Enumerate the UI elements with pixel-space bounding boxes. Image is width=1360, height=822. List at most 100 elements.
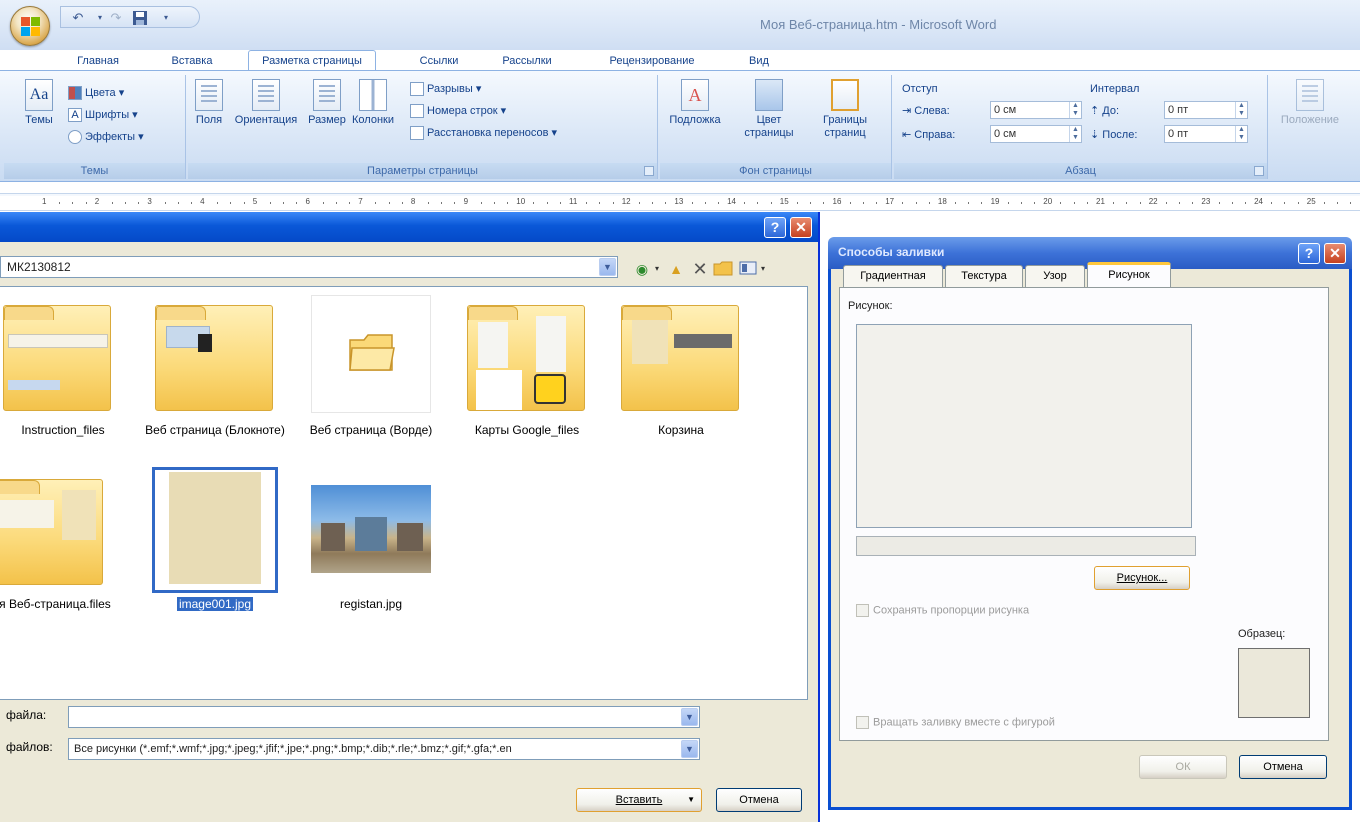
file-list[interactable]: Instruction_files Веб страница (Блокноте… (0, 286, 808, 700)
file-item[interactable]: я Веб-страница.files (0, 469, 130, 611)
new-folder-icon[interactable] (712, 260, 734, 278)
ruler-tick: 10 (516, 197, 526, 206)
select-picture-label: Рисунок... (1116, 572, 1168, 584)
watermark-button[interactable]: A Подложка (664, 79, 726, 127)
theme-colors-button[interactable]: Цвета ▾ (68, 85, 124, 101)
line-numbers-button[interactable]: Номера строк ▾ (410, 103, 506, 119)
page-setup-launcher-icon[interactable] (644, 166, 654, 176)
ruler-dot (849, 202, 851, 204)
tab-texture[interactable]: Текстура (945, 265, 1023, 287)
tab-page-layout[interactable]: Разметка страницы (248, 50, 376, 72)
spacing-after-icon: ⇣ (1090, 129, 1103, 141)
close-icon[interactable]: ✕ (1324, 243, 1346, 264)
margins-button[interactable]: Поля (192, 79, 226, 127)
ribbon: Aa Темы Цвета ▾ A Шрифты ▾ Эффекты ▾ Темы… (0, 70, 1360, 182)
chevron-down-icon[interactable]: ▼ (681, 708, 698, 726)
page-borders-button[interactable]: Границы страниц (810, 79, 880, 140)
breaks-button[interactable]: Разрывы ▾ (410, 81, 481, 97)
ruler-dot (1139, 202, 1141, 204)
cancel-button[interactable]: Отмена (716, 788, 802, 812)
ruler-dot (902, 202, 904, 204)
insert-dropdown-icon[interactable]: ▼ (687, 789, 695, 811)
rotate-with-shape-checkbox[interactable]: Вращать заливку вместе с фигурой (856, 716, 1055, 729)
ruler-dot (243, 202, 245, 204)
theme-effects-button[interactable]: Эффекты ▾ (68, 129, 144, 145)
tab-view[interactable]: Вид (744, 52, 774, 70)
themes-button[interactable]: Aa Темы (18, 79, 60, 127)
tab-references[interactable]: Ссылки (416, 52, 462, 70)
close-icon[interactable]: ✕ (790, 217, 812, 238)
chevron-down-icon[interactable]: ▼ (599, 258, 616, 276)
ruler-dot (1086, 202, 1088, 204)
office-button[interactable] (10, 6, 50, 46)
spacing-after-spinner-icon[interactable]: ▲ ▼ (1235, 126, 1247, 142)
tab-review[interactable]: Рецензирование (600, 52, 704, 70)
back-dropdown-icon[interactable]: ▾ (652, 260, 662, 278)
look-in-combo[interactable]: МК2130812 ▼ (0, 256, 618, 278)
tab-gradient[interactable]: Градиентная (843, 265, 943, 287)
indent-right-spinner-icon[interactable]: ▲ ▼ (1069, 126, 1081, 142)
ruler-tick: 1 (42, 197, 47, 206)
spacing-after-input[interactable]: 0 пт ▲ ▼ (1164, 125, 1248, 143)
indent-left-spinner-icon[interactable]: ▲ ▼ (1069, 102, 1081, 118)
breaks-label: Разрывы (427, 83, 473, 95)
breaks-icon (410, 82, 424, 97)
columns-button[interactable]: Колонки (348, 79, 398, 127)
chevron-down-icon[interactable]: ▼ (681, 740, 698, 758)
file-item[interactable]: registan.jpg (296, 469, 446, 611)
picture-label: Рисунок: (848, 300, 893, 312)
up-folder-icon[interactable]: ▲ (666, 260, 686, 278)
lock-aspect-checkbox[interactable]: Сохранять пропорции рисунка (856, 604, 1029, 617)
file-item[interactable]: Веб страница (Блокноте) (140, 295, 290, 437)
indent-left-value: 0 см (994, 104, 1017, 116)
file-name: image001.jpg (140, 597, 290, 611)
indent-right-input[interactable]: 0 см ▲ ▼ (990, 125, 1082, 143)
filetype-select[interactable]: Все рисунки (*.emf;*.wmf;*.jpg;*.jpeg;*.… (68, 738, 700, 760)
redo-icon[interactable]: ↷ (107, 10, 125, 26)
tab-mailings[interactable]: Рассылки (498, 52, 556, 70)
customize-qat-icon[interactable]: ▾ (157, 10, 175, 26)
tab-pattern[interactable]: Узор (1025, 265, 1085, 287)
file-item[interactable]: Веб страница (Ворде) (296, 295, 446, 437)
help-icon[interactable]: ? (764, 217, 786, 238)
select-picture-button[interactable]: Рисунок... (1094, 566, 1190, 590)
horizontal-ruler[interactable]: 1 2 3 4 5 6 7 8 9 10 11 12 13 14 15 16 17 18 19 20 21 22 23 24 2… (0, 193, 1360, 211)
theme-fonts-button[interactable]: A Шрифты ▾ (68, 107, 138, 123)
folder-body (3, 305, 111, 411)
file-item[interactable]: Корзина (606, 295, 756, 437)
views-icon[interactable] (738, 260, 758, 278)
ruler-tick: 25 (1306, 197, 1316, 206)
file-item[interactable]: Instruction_files (0, 295, 138, 437)
ruler-dot (862, 202, 864, 204)
cancel-fill-button[interactable]: Отмена (1239, 755, 1327, 779)
title-bar: ↶ ▾ ↷ ▾ Моя Веб-страница.htm - Microsoft… (0, 0, 1360, 50)
ruler-dot (1165, 202, 1167, 204)
orientation-button[interactable]: Ориентация (230, 79, 302, 127)
tab-home[interactable]: Главная (74, 52, 122, 70)
page-color-button[interactable]: Цвет страницы (732, 79, 806, 140)
colors-icon (68, 86, 82, 101)
tab-picture[interactable]: Рисунок (1087, 262, 1171, 288)
ruler-tick: 14 (727, 197, 736, 206)
save-icon[interactable] (131, 10, 149, 26)
back-icon[interactable]: ◉ (632, 260, 652, 278)
spacing-before-input[interactable]: 0 пт ▲ ▼ (1164, 101, 1248, 119)
undo-icon[interactable]: ↶ (69, 10, 87, 26)
help-icon[interactable]: ? (1298, 243, 1320, 264)
size-button[interactable]: Размер (306, 79, 348, 127)
hyphenation-button[interactable]: Расстановка переносов ▾ (410, 125, 557, 141)
ok-button[interactable]: ОК (1139, 755, 1227, 779)
views-dropdown-icon[interactable]: ▾ (758, 260, 768, 278)
file-item[interactable]: Карты Google_files (452, 295, 602, 437)
insert-button[interactable]: Вставить ▼ (576, 788, 702, 812)
spacing-before-spinner-icon[interactable]: ▲ ▼ (1235, 102, 1247, 118)
filename-input[interactable]: ▼ (68, 706, 700, 728)
ruler-dot (1034, 202, 1036, 204)
paragraph-launcher-icon[interactable] (1254, 166, 1264, 176)
page-setup-group-label: Параметры страницы (188, 163, 657, 179)
tab-insert[interactable]: Вставка (164, 52, 220, 70)
themes-group-label: Темы (4, 163, 185, 179)
indent-left-input[interactable]: 0 см ▲ ▼ (990, 101, 1082, 119)
delete-icon[interactable]: ✕ (690, 260, 710, 278)
position-button[interactable]: Положение (1274, 79, 1346, 127)
